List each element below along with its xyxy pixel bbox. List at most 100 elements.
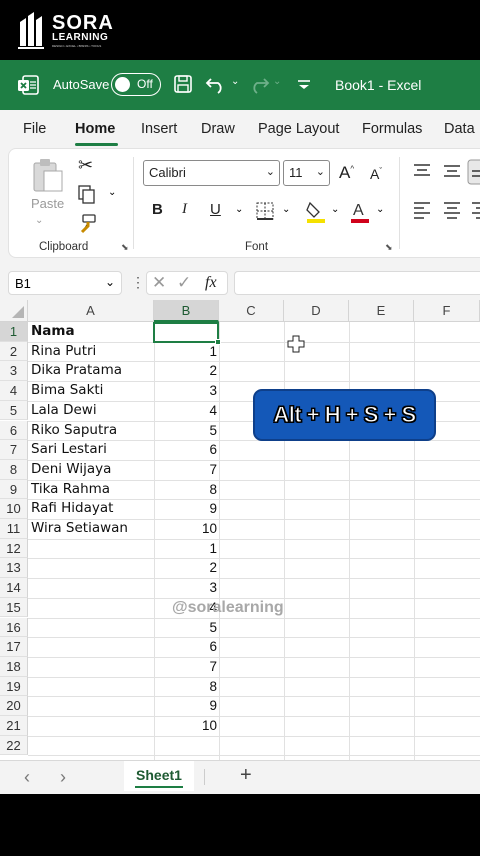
cell-a[interactable]: Rina Putri xyxy=(31,342,96,361)
row-header[interactable]: 21 xyxy=(0,716,28,736)
font-color-icon[interactable]: A xyxy=(349,199,371,223)
column-header-f[interactable]: F xyxy=(414,300,480,322)
italic-button[interactable]: I xyxy=(182,201,187,218)
row-header[interactable]: 16 xyxy=(0,617,28,638)
align-top-icon[interactable] xyxy=(413,163,431,179)
align-bottom-icon[interactable] xyxy=(467,159,480,185)
align-middle-icon[interactable] xyxy=(443,163,461,179)
format-painter-icon[interactable] xyxy=(77,213,97,235)
align-right-icon[interactable] xyxy=(471,201,480,219)
cell-b[interactable]: 1 xyxy=(154,539,217,558)
fill-color-icon[interactable] xyxy=(305,199,327,223)
tab-page-layout[interactable]: Page Layout xyxy=(258,121,339,137)
copy-icon[interactable] xyxy=(76,183,98,205)
row-header[interactable]: 4 xyxy=(0,381,28,401)
cancel-icon[interactable]: ✕ xyxy=(152,273,166,293)
font-name-select[interactable]: Calibri ⌄ xyxy=(143,160,280,186)
row-header[interactable]: 14 xyxy=(0,578,28,598)
paste-label[interactable]: Paste xyxy=(31,196,64,211)
font-size-select[interactable]: 11 ⌄ xyxy=(283,160,330,186)
enter-icon[interactable]: ✓ xyxy=(177,273,191,293)
cell-b[interactable]: 7 xyxy=(154,460,217,479)
underline-button[interactable]: U xyxy=(210,201,221,218)
sheet-prev-icon[interactable]: ‹ xyxy=(24,767,30,788)
increase-font-size-icon[interactable]: A^ xyxy=(339,163,354,183)
cell-a[interactable]: Deni Wijaya xyxy=(31,460,111,479)
spreadsheet-grid[interactable]: A B C D E F 1 2 3 4 5 6 7 8 9 10 11 12 13 14 15 16 17 18 1… xyxy=(0,300,480,760)
row-header[interactable]: 3 xyxy=(0,361,28,382)
tab-formulas[interactable]: Formulas xyxy=(362,121,422,137)
font-launcher-icon[interactable]: ⬊ xyxy=(385,242,393,253)
cell-b[interactable]: 2 xyxy=(154,558,217,577)
fill-color-chevron-icon[interactable]: ⌄ xyxy=(331,204,339,215)
cell-b[interactable]: 5 xyxy=(154,618,217,637)
cell-b[interactable]: 3 xyxy=(154,381,217,400)
tab-draw[interactable]: Draw xyxy=(201,121,235,137)
cell-a[interactable]: Lala Dewi xyxy=(31,401,97,420)
cell-b[interactable]: 4 xyxy=(154,401,217,420)
tab-home[interactable]: Home xyxy=(75,121,115,137)
align-center-icon[interactable] xyxy=(443,201,461,219)
cell-a[interactable]: Nama xyxy=(31,322,75,341)
cell-b[interactable]: 10 xyxy=(154,519,217,538)
column-header-a[interactable]: A xyxy=(28,300,154,322)
cell-b[interactable]: 6 xyxy=(154,637,217,656)
column-header-b[interactable]: B xyxy=(154,300,219,322)
sheet-tab-sheet1[interactable]: Sheet1 xyxy=(124,761,194,791)
row-header[interactable]: 7 xyxy=(0,440,28,460)
underline-chevron-icon[interactable]: ⌄ xyxy=(235,204,243,215)
undo-icon[interactable] xyxy=(205,73,227,95)
align-left-icon[interactable] xyxy=(413,201,431,219)
row-header[interactable]: 8 xyxy=(0,459,28,480)
decrease-font-size-icon[interactable]: Aˇ xyxy=(370,166,382,182)
formula-input[interactable] xyxy=(234,271,480,295)
row-header[interactable]: 9 xyxy=(0,479,28,500)
tab-data[interactable]: Data xyxy=(444,121,475,137)
row-header[interactable]: 12 xyxy=(0,538,28,559)
row-header[interactable]: 2 xyxy=(0,341,28,362)
cell-b[interactable]: 8 xyxy=(154,480,217,499)
customize-toolbar-icon[interactable] xyxy=(293,73,315,95)
column-header-c[interactable]: C xyxy=(219,300,284,322)
row-header[interactable]: 1 xyxy=(0,322,28,342)
cell-a[interactable]: Rafi Hidayat xyxy=(31,499,113,518)
cell-b[interactable]: 3 xyxy=(154,578,217,597)
insert-function-icon[interactable]: fx xyxy=(205,274,217,292)
row-header[interactable]: 6 xyxy=(0,420,28,441)
row-header[interactable]: 20 xyxy=(0,696,28,716)
font-color-chevron-icon[interactable]: ⌄ xyxy=(376,204,384,215)
cell-b[interactable]: 9 xyxy=(154,696,217,715)
cell-b[interactable]: 5 xyxy=(154,421,217,440)
cell-a[interactable]: Bima Sakti xyxy=(31,381,103,400)
autosave-toggle[interactable]: Off xyxy=(111,73,161,96)
add-sheet-icon[interactable]: + xyxy=(240,764,252,787)
name-box[interactable]: B1 ⌄ xyxy=(8,271,122,295)
cell-a[interactable]: Dika Pratama xyxy=(31,361,122,380)
select-all-corner[interactable] xyxy=(0,300,28,322)
save-icon[interactable] xyxy=(172,73,194,95)
paste-chevron-icon[interactable]: ⌄ xyxy=(35,215,43,226)
row-header[interactable]: 19 xyxy=(0,676,28,697)
cell-a[interactable]: Sari Lestari xyxy=(31,440,107,459)
sheet-next-icon[interactable]: › xyxy=(60,767,66,788)
row-header[interactable]: 15 xyxy=(0,597,28,618)
borders-icon[interactable] xyxy=(255,201,275,221)
row-header[interactable]: 10 xyxy=(0,499,28,519)
copy-chevron-icon[interactable]: ⌄ xyxy=(108,187,116,198)
cell-b[interactable]: 1 xyxy=(154,342,217,361)
cell-b[interactable]: 8 xyxy=(154,677,217,696)
cut-icon[interactable]: ✂ xyxy=(78,155,93,176)
cell-a[interactable]: Riko Saputra xyxy=(31,421,117,440)
bold-button[interactable]: B xyxy=(152,201,163,218)
cell-a[interactable]: Tika Rahma xyxy=(31,480,110,499)
name-box-chevron-icon[interactable]: ⌄ xyxy=(105,275,115,289)
tab-file[interactable]: File xyxy=(23,121,46,137)
row-header[interactable]: 18 xyxy=(0,656,28,677)
row-header[interactable]: 22 xyxy=(0,735,28,756)
paste-icon[interactable] xyxy=(31,157,65,193)
cell-b[interactable]: 7 xyxy=(154,657,217,676)
selected-cell-b1[interactable] xyxy=(153,322,221,345)
cell-b[interactable]: 9 xyxy=(154,499,217,518)
row-header[interactable]: 5 xyxy=(0,400,28,421)
more-options-icon[interactable]: ⋮ xyxy=(131,274,145,291)
